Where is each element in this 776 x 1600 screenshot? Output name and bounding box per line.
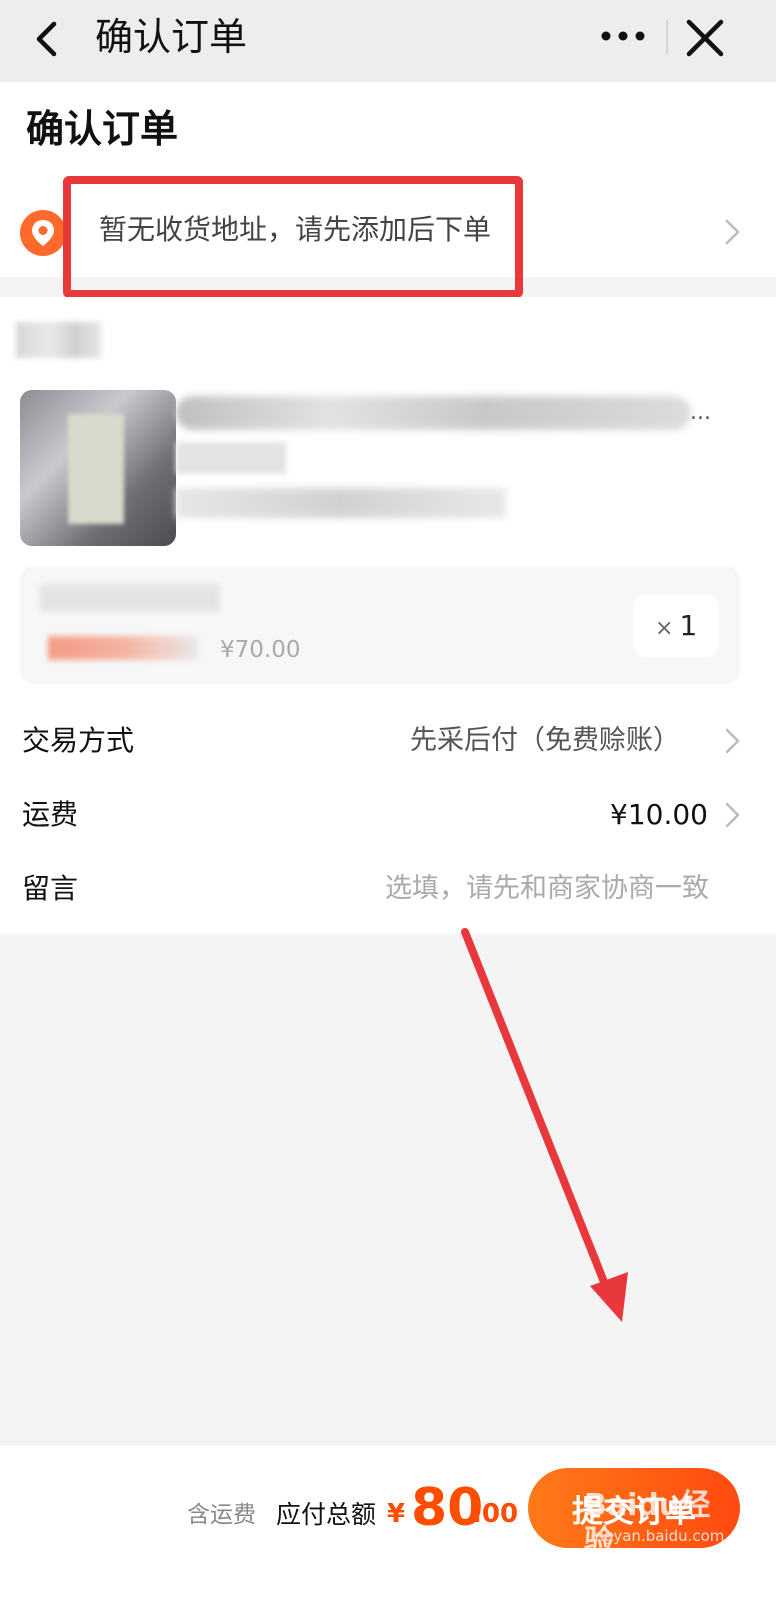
close-icon[interactable] xyxy=(683,16,727,60)
shop-name-redacted xyxy=(16,322,101,358)
quantity-value: × 1 xyxy=(655,607,697,648)
baidu-watermark: Baidu经验 jingyan.baidu.com xyxy=(580,1488,730,1559)
sku-name-redacted xyxy=(40,584,220,612)
chevron-right-icon[interactable] xyxy=(724,727,742,755)
payment-method-label: 交易方式 xyxy=(22,724,135,757)
top-navbar: 确认订单 xyxy=(0,0,776,82)
chevron-left-icon[interactable] xyxy=(28,14,68,64)
page-title: 确认订单 xyxy=(26,107,179,151)
shipping-fee-label: 运费 xyxy=(22,798,79,831)
product-title-ellipsis: ... xyxy=(690,400,711,425)
navbar-divider xyxy=(666,20,668,54)
shipping-included-note: 含运费 xyxy=(187,1502,256,1528)
sku-unit-price: ¥70.00 xyxy=(220,637,301,663)
product-title-redacted xyxy=(176,396,691,430)
product-tags-redacted xyxy=(176,488,506,518)
payment-method-value[interactable]: 先采后付（免费赊账） xyxy=(410,721,680,761)
annotation-highlight-box xyxy=(63,176,523,298)
navbar-title: 确认订单 xyxy=(95,15,248,59)
watermark-main: Baidu经验 xyxy=(584,1488,711,1559)
product-thumbnail[interactable] xyxy=(20,390,176,546)
sku-price-redacted xyxy=(48,636,198,660)
product-subtitle-redacted xyxy=(176,442,286,474)
more-dots-icon[interactable] xyxy=(600,24,646,48)
shipping-fee-value[interactable]: ¥10.00 xyxy=(610,795,708,835)
watermark-url: jingyan.baidu.com xyxy=(586,1527,725,1545)
total-label: 应付总额 xyxy=(276,1500,377,1529)
currency-symbol: ¥ xyxy=(387,1499,406,1529)
location-pin-icon xyxy=(20,210,66,256)
annotation-arrow xyxy=(461,928,628,1322)
chevron-right-icon[interactable] xyxy=(724,218,742,246)
product-image-content xyxy=(68,414,124,524)
total-amount-decimal: .00 xyxy=(472,1499,519,1529)
chevron-right-icon[interactable] xyxy=(724,801,742,829)
quantity-prefix: × xyxy=(655,616,674,641)
quantity-number: 1 xyxy=(679,609,698,642)
message-label: 留言 xyxy=(22,872,79,905)
message-input[interactable]: 选填，请先和商家协商一致 xyxy=(385,869,709,909)
